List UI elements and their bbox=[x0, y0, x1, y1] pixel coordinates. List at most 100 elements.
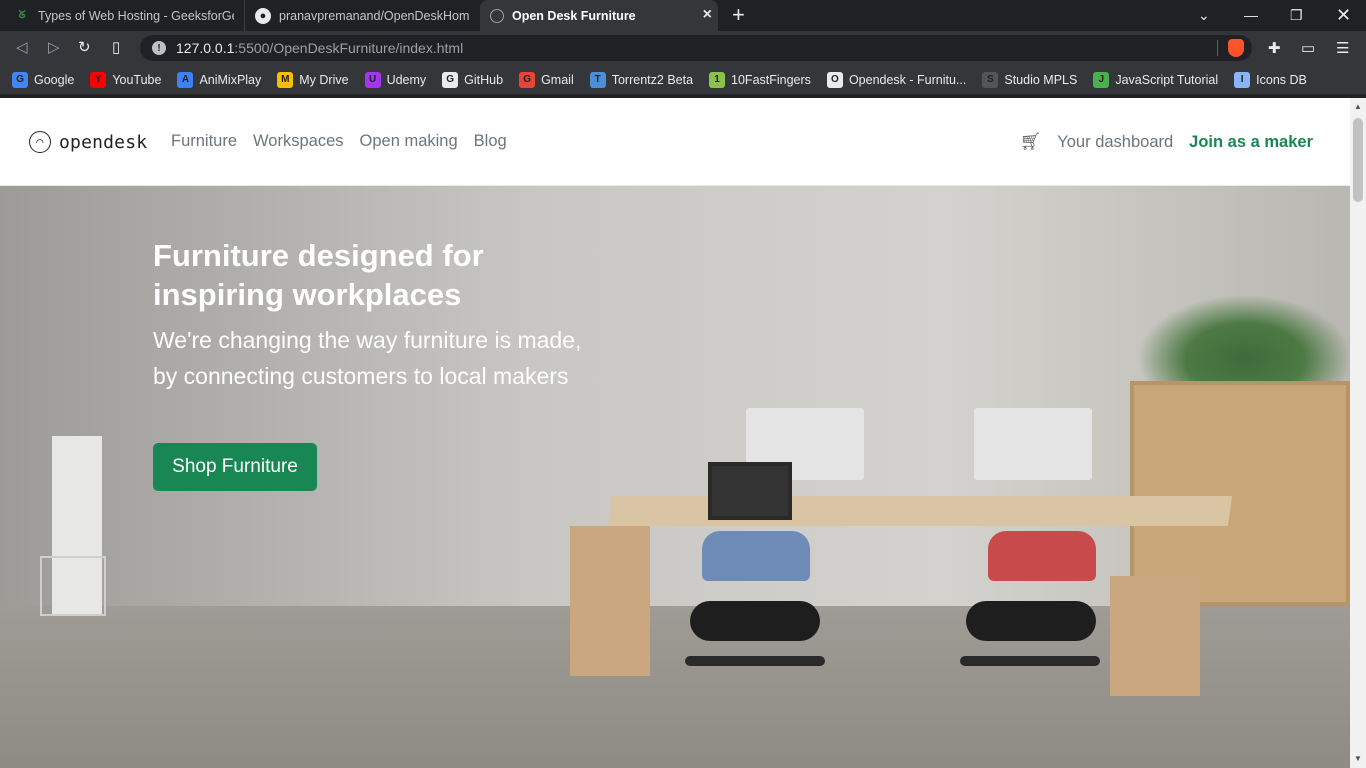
bookmark-label: Icons DB bbox=[1256, 72, 1307, 87]
hero-text: Furniture designed for inspiring workpla… bbox=[153, 236, 593, 394]
red-chair-image bbox=[988, 531, 1096, 581]
hero-subtitle: We're changing the way furniture is made… bbox=[153, 327, 582, 389]
nav-workspaces[interactable]: Workspaces bbox=[253, 132, 343, 151]
nav-open-making[interactable]: Open making bbox=[360, 132, 458, 151]
tab-open-desk[interactable]: Open Desk Furniture × bbox=[480, 0, 718, 31]
plants-image bbox=[1140, 296, 1350, 386]
address-bar[interactable]: ! 127.0.0.1:5500/OpenDeskFurniture/index… bbox=[140, 35, 1252, 61]
bookmark-label: Studio MPLS bbox=[1004, 72, 1078, 87]
restore-button[interactable]: ❐ bbox=[1290, 0, 1303, 30]
scroll-down-icon[interactable]: ▼ bbox=[1354, 754, 1362, 763]
close-window-button[interactable]: ✕ bbox=[1336, 0, 1351, 30]
scroll-up-icon[interactable]: ▲ bbox=[1354, 102, 1362, 111]
bookmark-item[interactable]: G GitHub bbox=[442, 71, 503, 88]
bookmark-label: My Drive bbox=[299, 72, 349, 87]
bookmark-item[interactable]: Y YouTube bbox=[90, 71, 162, 88]
bookmark-label: Gmail bbox=[541, 72, 574, 87]
nav-furniture[interactable]: Furniture bbox=[171, 132, 237, 151]
nav-actions: 🛒︎ Your dashboard Join as a maker bbox=[1020, 132, 1313, 152]
chair-base-image bbox=[685, 656, 825, 666]
bookmark-label: Torrentz2 Beta bbox=[611, 72, 694, 87]
bookmark-item[interactable]: M My Drive bbox=[277, 71, 349, 88]
bookmark-label: AniMixPlay bbox=[199, 72, 262, 87]
github-icon: ● bbox=[255, 7, 271, 24]
bookmark-item[interactable]: G Google bbox=[12, 71, 75, 88]
bookmark-icon[interactable]: ▯ bbox=[112, 39, 120, 57]
bookmark-item[interactable]: S Studio MPLS bbox=[982, 71, 1078, 88]
url-host: 127.0.0.1 bbox=[176, 40, 235, 56]
blue-chair-image bbox=[702, 531, 810, 581]
hero-section: Furniture designed for inspiring workpla… bbox=[0, 186, 1350, 768]
wallet-icon[interactable]: ▭ bbox=[1301, 39, 1315, 57]
tenfastfingers-icon: 1 bbox=[709, 71, 726, 88]
bookmark-label: Udemy bbox=[386, 72, 427, 87]
bookmark-label: Google bbox=[34, 72, 75, 87]
google-icon: G bbox=[12, 71, 28, 88]
web-page: ◠ opendesk Furniture Workspaces Open mak… bbox=[0, 98, 1350, 768]
tab-title: Types of Web Hosting - GeeksforGeek bbox=[38, 8, 234, 23]
gmail-icon: G bbox=[519, 71, 536, 88]
chair-seat-image bbox=[966, 601, 1096, 641]
globe-icon bbox=[490, 8, 504, 23]
browser-toolbar: ◁ ▷ ↻ ▯ ! 127.0.0.1:5500/OpenDeskFurnitu… bbox=[0, 31, 1366, 65]
bookmark-label: 10FastFingers bbox=[731, 72, 811, 87]
hero-title: Furniture designed for inspiring workpla… bbox=[153, 238, 484, 312]
bookmark-item[interactable]: G Gmail bbox=[519, 71, 574, 88]
drive-icon: M bbox=[277, 71, 294, 88]
logo-text: opendesk bbox=[59, 131, 148, 153]
bookmark-item[interactable]: 1 10FastFingers bbox=[709, 71, 811, 88]
site-navbar: ◠ opendesk Furniture Workspaces Open mak… bbox=[0, 98, 1350, 186]
animixplay-icon: A bbox=[177, 71, 194, 88]
forward-icon[interactable]: ▷ bbox=[48, 39, 60, 57]
cart-icon[interactable]: 🛒︎ bbox=[1020, 132, 1042, 152]
laptop-image bbox=[708, 462, 792, 520]
close-tab-icon[interactable]: × bbox=[703, 7, 712, 23]
tab-title: Open Desk Furniture bbox=[512, 8, 636, 23]
shop-furniture-button[interactable]: Shop Furniture bbox=[153, 443, 317, 491]
opendesk-icon: O bbox=[826, 71, 843, 88]
address-divider bbox=[1217, 40, 1218, 56]
desk-image bbox=[607, 496, 1233, 526]
menu-icon[interactable]: ☰ bbox=[1336, 39, 1349, 57]
back-icon[interactable]: ◁ bbox=[16, 39, 28, 57]
bookmark-label: JavaScript Tutorial bbox=[1115, 72, 1219, 87]
bookshelf-image bbox=[1130, 381, 1350, 606]
page-scrollbar[interactable]: ▲ ▼ bbox=[1350, 98, 1366, 768]
udemy-icon: U bbox=[364, 71, 381, 88]
join-maker-link[interactable]: Join as a maker bbox=[1189, 133, 1313, 152]
tab-search-icon[interactable]: ⌄ bbox=[1198, 0, 1210, 30]
url-path: :5500/OpenDeskFurniture/index.html bbox=[234, 40, 464, 56]
main-nav: Furniture Workspaces Open making Blog bbox=[171, 132, 507, 151]
torrentz-icon: T bbox=[589, 71, 606, 88]
dashboard-link[interactable]: Your dashboard bbox=[1057, 133, 1173, 152]
tab-geeksforgeeks[interactable]: ᘜ Types of Web Hosting - GeeksforGeek bbox=[4, 0, 244, 31]
studio-mpls-icon: S bbox=[982, 71, 999, 88]
extensions-icon[interactable]: ✚ bbox=[1268, 39, 1281, 57]
opendesk-logo[interactable]: ◠ opendesk bbox=[29, 131, 147, 153]
chair-base-image bbox=[960, 656, 1100, 666]
site-info-icon[interactable]: ! bbox=[152, 41, 166, 55]
bookmark-item[interactable]: U Udemy bbox=[364, 71, 427, 88]
scrollbar-thumb[interactable] bbox=[1353, 118, 1363, 202]
brave-shields-icon[interactable] bbox=[1228, 39, 1244, 57]
bookmark-item[interactable]: I Icons DB bbox=[1234, 71, 1307, 88]
minimize-button[interactable]: — bbox=[1244, 0, 1258, 30]
monitor-image bbox=[974, 408, 1092, 480]
geeksforgeeks-icon: ᘜ bbox=[18, 9, 26, 21]
bookmark-label: YouTube bbox=[112, 72, 162, 87]
tab-github[interactable]: ● pranavpremanand/OpenDeskHomePa bbox=[244, 0, 480, 31]
opendesk-logo-icon: ◠ bbox=[29, 131, 51, 153]
bookmark-item[interactable]: A AniMixPlay bbox=[177, 71, 262, 88]
youtube-icon: Y bbox=[90, 71, 107, 88]
new-tab-button[interactable]: + bbox=[732, 4, 745, 26]
chair-seat-image bbox=[690, 601, 820, 641]
heart-icon: I bbox=[1234, 71, 1251, 88]
bookmarks-bar: G Google Y YouTube A AniMixPlay M My Drive U Udem… bbox=[0, 65, 1366, 95]
bookmark-item[interactable]: T Torrentz2 Beta bbox=[589, 71, 694, 88]
reload-icon[interactable]: ↻ bbox=[78, 39, 91, 57]
basket-image bbox=[40, 556, 106, 616]
nav-blog[interactable]: Blog bbox=[474, 132, 507, 151]
bookmark-item[interactable]: J JavaScript Tutorial bbox=[1093, 71, 1219, 88]
bookmark-label: Opendesk - Furnitu... bbox=[848, 72, 967, 87]
bookmark-item[interactable]: O Opendesk - Furnitu... bbox=[826, 71, 967, 88]
